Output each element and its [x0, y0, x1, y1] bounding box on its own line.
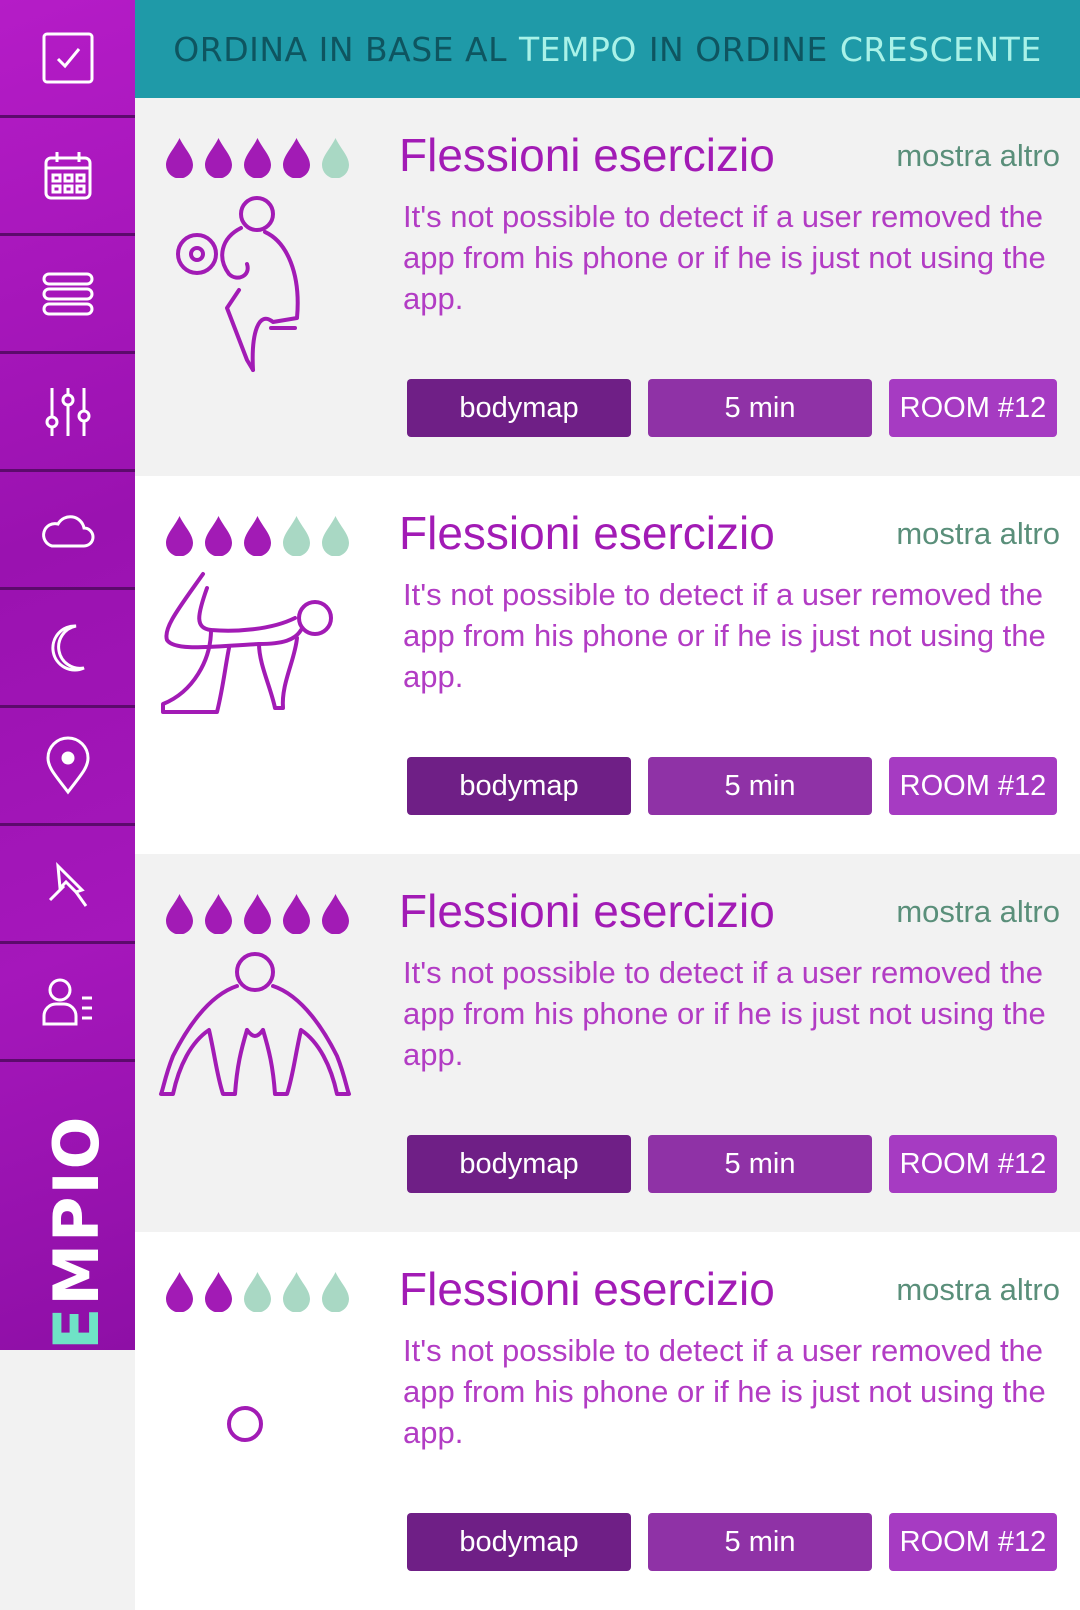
- header-text-time: TEMPO: [518, 29, 637, 69]
- duration-tag: 5 min: [648, 1513, 872, 1571]
- bodymap-button[interactable]: bodymap: [407, 1135, 631, 1193]
- exercise-description: It's not possible to detect if a user re…: [403, 1333, 1046, 1450]
- drop-filled-icon: [163, 892, 196, 934]
- calendar-icon: [44, 151, 91, 199]
- drop-filled-icon: [319, 892, 352, 934]
- exercise-card[interactable]: Flessioni esercizio mostra altro It's no…: [135, 854, 1080, 1232]
- section-vertical-label: EMPIO: [40, 1114, 113, 1350]
- drop-empty-icon: [319, 136, 352, 178]
- duration-tag: 5 min: [648, 379, 872, 437]
- location-pin-icon: [45, 736, 90, 794]
- sidebar-item-list[interactable]: [0, 236, 135, 354]
- moon-icon: [50, 623, 85, 671]
- exercise-title: Flessioni esercizio: [399, 885, 775, 937]
- pushup-figure-icon: [155, 946, 355, 1146]
- show-more-link[interactable]: mostra altro: [896, 138, 1060, 174]
- drop-empty-icon: [319, 1270, 352, 1312]
- drop-filled-icon: [241, 136, 274, 178]
- user-list-icon: [42, 978, 92, 1025]
- header-text-ascending: CRESCENTE: [839, 29, 1042, 69]
- bodymap-button[interactable]: bodymap: [407, 1513, 631, 1571]
- checkbox-icon: [42, 32, 93, 83]
- exercise-title: Flessioni esercizio: [399, 1263, 775, 1315]
- drop-filled-icon: [202, 514, 235, 556]
- sidebar-item-tasks[interactable]: [0, 0, 135, 118]
- sidebar-item-night[interactable]: [0, 590, 135, 708]
- room-tag: ROOM #12: [889, 1513, 1057, 1571]
- person-figure-icon: [155, 1324, 355, 1524]
- bodymap-button[interactable]: bodymap: [407, 757, 631, 815]
- sort-header[interactable]: ORDINA IN BASE AL TEMPO IN ORDINE CRESCE…: [135, 0, 1080, 98]
- drop-filled-icon: [280, 892, 313, 934]
- header-text-sort-by: ORDINA IN BASE AL: [173, 29, 507, 69]
- tag-group: bodymap 5 min ROOM #12: [407, 379, 1057, 437]
- cloud-icon: [41, 514, 94, 547]
- room-tag: ROOM #12: [889, 1135, 1057, 1193]
- drop-filled-icon: [202, 1270, 235, 1312]
- intensity-rating: [163, 892, 352, 934]
- sidebar-item-calendar[interactable]: [0, 118, 135, 236]
- bodymap-button[interactable]: bodymap: [407, 379, 631, 437]
- header-text-order: IN ORDINE: [648, 29, 828, 69]
- drop-filled-icon: [241, 892, 274, 934]
- drop-empty-icon: [280, 514, 313, 556]
- stack-icon: [42, 272, 93, 315]
- tag-group: bodymap 5 min ROOM #12: [407, 757, 1057, 815]
- exercise-title: Flessioni esercizio: [399, 507, 775, 559]
- drop-empty-icon: [319, 514, 352, 556]
- exercise-description: It's not possible to detect if a user re…: [403, 577, 1046, 694]
- duration-tag: 5 min: [648, 757, 872, 815]
- drop-filled-icon: [163, 136, 196, 178]
- sidebar-item-pinned[interactable]: [0, 826, 135, 944]
- exercise-description: It's not possible to detect if a user re…: [403, 199, 1046, 316]
- tag-group: bodymap 5 min ROOM #12: [407, 1513, 1057, 1571]
- drop-filled-icon: [163, 514, 196, 556]
- show-more-link[interactable]: mostra altro: [896, 894, 1060, 930]
- pushpin-icon: [48, 861, 87, 907]
- show-more-link[interactable]: mostra altro: [896, 516, 1060, 552]
- drop-filled-icon: [163, 1270, 196, 1312]
- exercise-card[interactable]: Flessioni esercizio mostra altro It's no…: [135, 98, 1080, 476]
- drop-empty-icon: [280, 1270, 313, 1312]
- duration-tag: 5 min: [648, 1135, 872, 1193]
- sidebar-item-location[interactable]: [0, 708, 135, 826]
- drop-filled-icon: [241, 514, 274, 556]
- sidebar-item-weather[interactable]: [0, 472, 135, 590]
- exercise-title: Flessioni esercizio: [399, 129, 775, 181]
- room-tag: ROOM #12: [889, 379, 1057, 437]
- exercise-description: It's not possible to detect if a user re…: [403, 955, 1046, 1072]
- exercise-list: Flessioni esercizio mostra altro It's no…: [135, 98, 1080, 1610]
- dumbbell-curl-figure-icon: [155, 190, 355, 390]
- drop-filled-icon: [202, 892, 235, 934]
- drop-filled-icon: [202, 136, 235, 178]
- drop-empty-icon: [241, 1270, 274, 1312]
- intensity-rating: [163, 1270, 352, 1312]
- drop-filled-icon: [280, 136, 313, 178]
- sidebar: EMPIO: [0, 0, 135, 1350]
- exercise-card[interactable]: Flessioni esercizio mostra altro It's no…: [135, 1232, 1080, 1610]
- exercise-card[interactable]: Flessioni esercizio mostra altro It's no…: [135, 476, 1080, 854]
- kneeling-leg-raise-figure-icon: [155, 568, 355, 768]
- show-more-link[interactable]: mostra altro: [896, 1272, 1060, 1308]
- sidebar-item-settings[interactable]: [0, 354, 135, 472]
- intensity-rating: [163, 514, 352, 556]
- intensity-rating: [163, 136, 352, 178]
- room-tag: ROOM #12: [889, 757, 1057, 815]
- tag-group: bodymap 5 min ROOM #12: [407, 1135, 1057, 1193]
- sliders-icon: [45, 387, 90, 436]
- sidebar-item-profile[interactable]: [0, 944, 135, 1062]
